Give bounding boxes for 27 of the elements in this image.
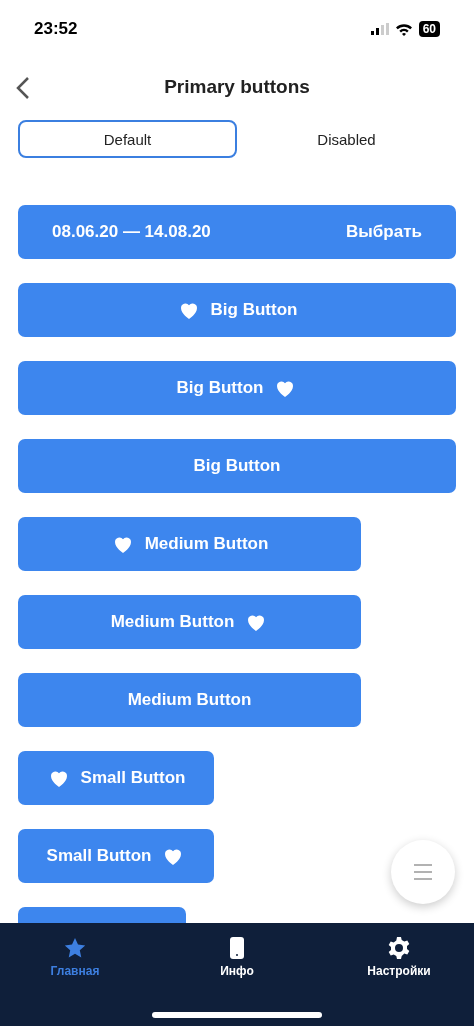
tab-bar-item[interactable]: Настройки: [344, 935, 454, 979]
tab-bar-item[interactable]: Главная: [20, 935, 130, 979]
status-time: 23:52: [34, 19, 78, 39]
page-title: Primary buttons: [164, 76, 310, 98]
menu-button[interactable]: [391, 840, 455, 904]
primary-button[interactable]: Small Button: [18, 751, 214, 805]
primary-button[interactable]: Big Button: [18, 361, 456, 415]
primary-button[interactable]: Medium Button: [18, 595, 361, 649]
segment-tab[interactable]: Default: [18, 120, 237, 158]
primary-button[interactable]: Small Button: [18, 829, 214, 883]
date-range-button[interactable]: 08.06.20 — 14.08.20 Выбрать: [18, 205, 456, 259]
settings-icon: [387, 936, 411, 960]
date-range: 08.06.20 — 14.08.20: [52, 222, 211, 242]
primary-button[interactable]: Big Button: [18, 439, 456, 493]
back-icon[interactable]: [16, 76, 30, 100]
primary-button[interactable]: Big Button: [18, 283, 456, 337]
battery-level: 60: [418, 21, 440, 37]
primary-button[interactable]: Medium Button: [18, 673, 361, 727]
wifi-icon: [394, 22, 413, 36]
star-icon: [63, 936, 87, 960]
select-label: Выбрать: [346, 222, 422, 242]
primary-button[interactable]: Medium Button: [18, 517, 361, 571]
phone-icon: [229, 936, 245, 960]
signal-icon: [370, 23, 389, 35]
tab-bar-item[interactable]: Инфо: [182, 935, 292, 979]
segment-tab[interactable]: Disabled: [237, 120, 456, 158]
menu-icon: [413, 863, 433, 881]
